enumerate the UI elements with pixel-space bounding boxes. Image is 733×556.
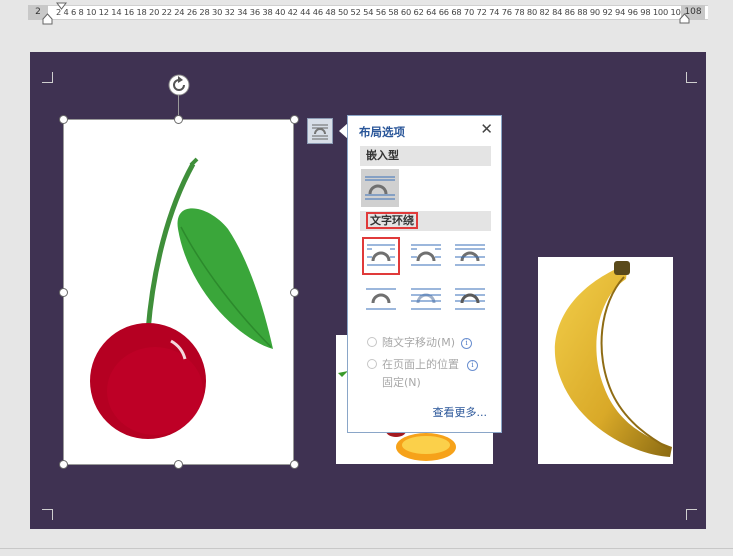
margin-corner-bottom-left bbox=[42, 509, 53, 520]
rotate-handle-icon[interactable] bbox=[168, 74, 190, 96]
resize-handle-right[interactable] bbox=[290, 288, 299, 297]
resize-handle-top[interactable] bbox=[174, 115, 183, 124]
fix-position-label-line2: 固定(N) bbox=[382, 376, 421, 389]
close-icon[interactable]: ✕ bbox=[480, 120, 493, 138]
radio-move-with-text[interactable] bbox=[367, 337, 377, 347]
resize-handle-bottom[interactable] bbox=[174, 460, 183, 469]
radio-fix-position[interactable] bbox=[367, 359, 377, 369]
ruler-tick-labels: 2 4 6 8 10 12 14 16 18 20 22 24 26 28 30… bbox=[56, 7, 681, 17]
layout-options-button[interactable] bbox=[307, 118, 333, 144]
section-wrap-label: 文字环绕 bbox=[366, 212, 418, 229]
margin-corner-bottom-right bbox=[686, 509, 697, 520]
move-with-text-option[interactable]: 随文字移动(M) i bbox=[367, 334, 473, 350]
page-bottom-divider bbox=[0, 548, 733, 549]
wrap-inline-option[interactable] bbox=[361, 169, 399, 207]
horizontal-ruler[interactable]: 2 2 4 6 8 10 12 14 16 18 20 22 24 26 28 … bbox=[0, 0, 733, 25]
margin-corner-top-left bbox=[42, 72, 53, 83]
fix-position-option[interactable]: 在页面上的位置 i 固定(N) bbox=[367, 356, 478, 390]
resize-handle-bottom-left[interactable] bbox=[59, 460, 68, 469]
move-with-text-label: 随文字移动(M) bbox=[382, 336, 456, 349]
tight-wrap-icon bbox=[411, 244, 441, 266]
section-wrap: 文字环绕 bbox=[360, 211, 491, 231]
in-front-text-icon bbox=[455, 288, 485, 310]
resize-handle-top-left[interactable] bbox=[59, 115, 68, 124]
banana-image[interactable] bbox=[538, 257, 673, 464]
fix-position-label-line1: 在页面上的位置 bbox=[382, 358, 459, 371]
top-bottom-wrap-icon bbox=[366, 288, 396, 310]
cherry-image[interactable] bbox=[63, 119, 294, 465]
layout-options-icon bbox=[312, 124, 328, 140]
wrap-tight-option[interactable] bbox=[407, 237, 445, 275]
square-wrap-icon bbox=[367, 244, 395, 266]
resize-handle-top-right[interactable] bbox=[290, 115, 299, 124]
section-inline: 嵌入型 bbox=[360, 146, 491, 166]
info-icon[interactable]: i bbox=[461, 338, 473, 349]
first-line-indent-marker[interactable] bbox=[56, 2, 68, 26]
inline-icon bbox=[365, 176, 395, 200]
wrap-through-option[interactable] bbox=[451, 237, 489, 275]
cherry-picture bbox=[90, 157, 273, 439]
wrap-top-bottom-option[interactable] bbox=[362, 281, 400, 319]
margin-corner-top-right bbox=[686, 72, 697, 83]
left-indent-marker[interactable] bbox=[42, 13, 54, 29]
popup-title: 布局选项 bbox=[359, 125, 405, 139]
behind-text-icon bbox=[411, 288, 441, 310]
wrap-in-front-option[interactable] bbox=[451, 281, 489, 319]
wrap-behind-text-option[interactable] bbox=[407, 281, 445, 319]
wrap-square-option[interactable] bbox=[362, 237, 400, 275]
see-more-link[interactable]: 查看更多... bbox=[433, 404, 488, 420]
layout-options-panel: 布局选项 ✕ 嵌入型 文字环绕 随文字移动(M) i 在页面上的位置 i 固定(… bbox=[347, 115, 502, 433]
banana-picture bbox=[554, 261, 672, 457]
through-wrap-icon bbox=[455, 244, 485, 266]
resize-handle-bottom-right[interactable] bbox=[290, 460, 299, 469]
right-indent-marker[interactable] bbox=[679, 13, 691, 25]
resize-handle-left[interactable] bbox=[59, 288, 68, 297]
info-icon[interactable]: i bbox=[467, 360, 478, 371]
